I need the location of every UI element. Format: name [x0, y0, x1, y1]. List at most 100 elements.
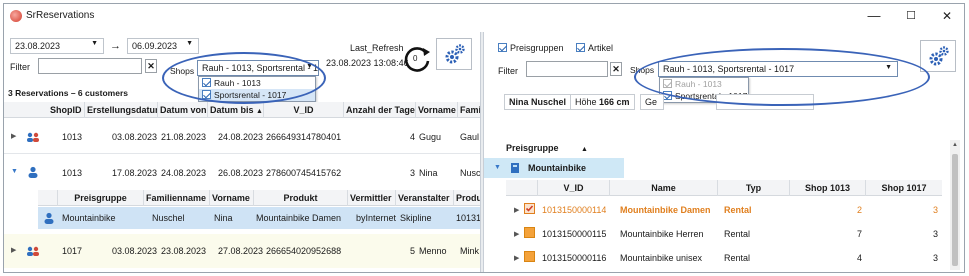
- cell-vermittler: byInternet: [356, 213, 397, 223]
- col-familienname[interactable]: Fami: [458, 102, 480, 118]
- cell-produkt-id: 10131: [456, 213, 480, 223]
- annotation-oval: [634, 48, 930, 106]
- cell-shop-1013: 7: [856, 229, 862, 239]
- cell-days: 5: [409, 246, 415, 256]
- col-shop-1017[interactable]: Shop 1017: [866, 180, 942, 196]
- filter-label: Filter: [498, 66, 518, 76]
- article-row[interactable]: ▶ 1013150000114 Mountainbike Damen Renta…: [506, 198, 942, 220]
- cell-lastname: Gaul: [460, 132, 480, 142]
- col-name[interactable]: Name: [610, 180, 718, 196]
- height-label: Höhe: [575, 97, 597, 107]
- item-icon: [524, 251, 535, 262]
- reservation-row[interactable]: ▶ 1013 03.08.2023 21.08.2023 24.08.2023 …: [4, 120, 480, 154]
- maximize-button[interactable]: ☐: [897, 7, 925, 25]
- cell-vid: 266649314780401: [266, 132, 342, 142]
- last-refresh-label: Last_Refresh: [350, 43, 404, 53]
- col-preisgruppe[interactable]: Preisgruppe: [58, 190, 144, 206]
- detail-header-spacer: [38, 190, 58, 206]
- user-icon: [28, 166, 38, 178]
- expand-icon[interactable]: ▶: [514, 254, 519, 262]
- sort-asc-icon: ▲: [256, 108, 263, 115]
- date-from-value: 23.08.2023: [15, 41, 61, 51]
- col-familienname[interactable]: Familienname: [144, 190, 210, 206]
- cell-vid: 278600745415762: [266, 168, 342, 178]
- col-vid[interactable]: V_ID: [538, 180, 610, 196]
- height-tag: Höhe 166 cm: [570, 94, 635, 110]
- cell-to: 24.08.2023: [218, 132, 264, 142]
- refresh-count: 0: [413, 54, 418, 63]
- detail-grid-header: Preisgruppe Familienname Vorname Produkt…: [38, 190, 480, 206]
- articles-pane: Preisgruppen Artikel Filter ✕ Shops Rauh…: [484, 32, 964, 272]
- reservation-row-expanded[interactable]: ▼ 1013 17.08.2023 24.08.2023 26.08.2023 …: [4, 154, 480, 190]
- article-row[interactable]: ▶ 1013150000115 Mountainbike Herren Rent…: [506, 222, 942, 244]
- article-row[interactable]: ▶ 1013150000116 Mountainbike unisex Rent…: [506, 246, 942, 268]
- cell-lastname: Nusc: [460, 168, 480, 178]
- col-datum-von[interactable]: Datum von: [158, 102, 208, 118]
- date-to-picker[interactable]: 06.09.2023 ▼: [127, 38, 199, 54]
- minimize-button[interactable]: —: [860, 7, 888, 25]
- group-row-mountainbike[interactable]: ▼ Mountainbike: [484, 158, 624, 178]
- col-veranstalter[interactable]: Veranstalter: [396, 190, 454, 206]
- close-button[interactable]: ✕: [933, 7, 961, 25]
- checkbox-icon: [498, 43, 507, 52]
- cell-to: 26.08.2023: [218, 168, 264, 178]
- expand-icon[interactable]: ▶: [514, 206, 519, 214]
- filter-input[interactable]: [38, 58, 142, 74]
- col-typ[interactable]: Typ: [718, 180, 790, 196]
- col-anzahl-tage[interactable]: Anzahl der Tage: [344, 102, 416, 118]
- reservation-row[interactable]: ▶ 1017 03.08.2023 23.08.2023 27.08.2023 …: [4, 234, 480, 268]
- col-vorname[interactable]: Vorname: [416, 102, 458, 118]
- clear-filter-button[interactable]: ✕: [610, 62, 622, 76]
- date-from-picker[interactable]: 23.08.2023 ▼: [10, 38, 104, 54]
- checkbox-icon: [576, 43, 585, 52]
- chevron-down-icon: ▼: [186, 40, 193, 47]
- expand-icon[interactable]: ▶: [11, 132, 16, 140]
- gear-icon: [445, 44, 465, 64]
- cell-produkt: Mountainbike Damen: [256, 213, 342, 223]
- header-spacer: [4, 102, 48, 118]
- cell-veranstalter: Skipline: [400, 213, 432, 223]
- cell-preisgruppe: Mountainbike: [62, 213, 116, 223]
- preisgruppen-option[interactable]: Preisgruppen: [498, 43, 564, 53]
- expand-icon[interactable]: ▶: [11, 246, 16, 254]
- app-window: SrReservations — ☐ ✕ 23.08.2023 ▼ → 06.0…: [3, 3, 965, 273]
- cell-created: 17.08.2023: [111, 168, 157, 178]
- settings-button[interactable]: [920, 40, 956, 72]
- gear-icon: [929, 46, 949, 66]
- col-erstellungsdatum[interactable]: Erstellungsdatum: [85, 102, 158, 118]
- customer-name-tag: Nina Nuschel: [504, 94, 572, 110]
- filter-label: Filter: [10, 62, 30, 72]
- cell-to: 27.08.2023: [218, 246, 264, 256]
- grid-header: ShopID Erstellungsdatum Datum von Datum …: [4, 102, 480, 118]
- title-bar: SrReservations — ☐ ✕: [4, 4, 964, 28]
- artikel-option[interactable]: Artikel: [576, 43, 613, 53]
- artikel-label: Artikel: [588, 43, 614, 53]
- detail-row-selected[interactable]: Mountainbike Nuschel Nina Mountainbike D…: [38, 207, 480, 229]
- preisgruppen-label: Preisgruppen: [510, 43, 564, 53]
- scrollbar-thumb[interactable]: [952, 154, 958, 266]
- annotation-oval: [162, 52, 326, 104]
- filter-input[interactable]: [526, 61, 608, 77]
- expand-icon[interactable]: ▶: [514, 230, 519, 238]
- vertical-scrollbar[interactable]: ▲: [950, 140, 960, 270]
- col-vid[interactable]: V_ID: [264, 102, 344, 118]
- col-shop-1013[interactable]: Shop 1013: [790, 180, 866, 196]
- articles-grid-header: V_ID Name Typ Shop 1013 Shop 1017: [506, 180, 942, 196]
- col-vorname[interactable]: Vorname: [210, 190, 254, 206]
- group-column-header[interactable]: Preisgruppe ▲: [504, 140, 624, 156]
- col-shopid[interactable]: ShopID: [48, 102, 85, 118]
- collapse-icon[interactable]: ▼: [11, 168, 18, 175]
- col-produkt[interactable]: Produkt: [254, 190, 348, 206]
- scroll-up-icon[interactable]: ▲: [952, 142, 958, 148]
- settings-button[interactable]: [436, 38, 472, 70]
- clear-filter-button[interactable]: ✕: [145, 59, 157, 73]
- chevron-down-icon: ▼: [91, 40, 98, 47]
- last-refresh-value: 23.08.2023 13:08:46: [326, 58, 409, 68]
- app-icon: [10, 10, 22, 22]
- col-vermittler[interactable]: Vermittler: [348, 190, 396, 206]
- arrow-right-icon: →: [110, 40, 121, 52]
- collapse-icon[interactable]: ▼: [494, 164, 501, 171]
- col-datum-bis[interactable]: Datum bis ▲: [208, 102, 264, 118]
- item-icon: [524, 227, 535, 238]
- col-produkt-id[interactable]: Produ: [454, 190, 480, 206]
